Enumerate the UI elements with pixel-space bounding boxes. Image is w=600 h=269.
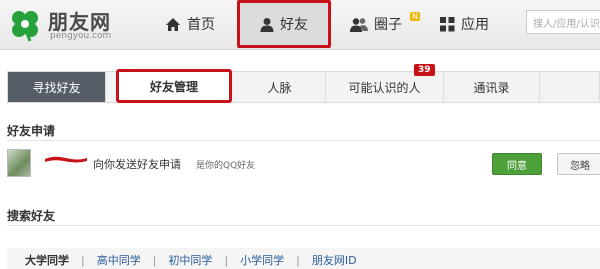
search-input[interactable]: 搜人/应用/认识 <box>526 10 600 34</box>
nav-apps-label: 应用 <box>461 17 489 33</box>
school-filter-bar: 大学同学 | 高中同学 | 初中同学 | 小学同学 | 朋友网ID <box>7 248 600 269</box>
filter-primary-school[interactable]: 小学同学 <box>240 252 284 268</box>
request-note: 是你的QQ好友 <box>196 161 256 171</box>
tab-connections[interactable]: 人脉 <box>234 72 326 102</box>
clover-logo-icon <box>12 11 38 42</box>
home-icon <box>166 17 180 31</box>
nav-home[interactable]: 首页 <box>165 10 215 38</box>
divider <box>7 140 600 141</box>
count-badge: 39 <box>414 64 435 76</box>
logo[interactable]: 朋友网 pengyou.com <box>8 6 118 46</box>
nav-circle-label: 圈子 <box>374 17 402 33</box>
search-friends-title: 搜索好友 <box>7 209 56 223</box>
tab-address-book[interactable]: 通讯录 <box>444 72 540 102</box>
separator: | <box>224 253 229 267</box>
filter-middle-school[interactable]: 初中同学 <box>168 252 212 268</box>
separator: | <box>152 253 157 267</box>
filter-pengyou-id[interactable]: 朋友网ID <box>312 252 357 268</box>
friend-tabs: 寻找好友 好友管理 人脉 可能认识的人 通讯录 39 <box>7 64 600 103</box>
group-icon <box>350 17 368 32</box>
filter-university[interactable]: 大学同学 <box>25 252 69 268</box>
nav-apps[interactable]: 应用 <box>440 10 489 38</box>
friend-requests-title: 好友申请 <box>7 124 56 138</box>
filter-high-school[interactable]: 高中同学 <box>97 252 141 268</box>
logo-domain: pengyou.com <box>50 31 112 41</box>
new-badge: N <box>410 12 420 21</box>
grid-icon <box>440 16 455 31</box>
accept-button[interactable]: 同意 <box>492 153 542 175</box>
tab-people-you-may-know[interactable]: 可能认识的人 <box>326 72 444 102</box>
nav-friends-label: 好友 <box>280 17 308 33</box>
request-message: 向你发送好友申请 <box>93 158 181 171</box>
redacted-name[interactable] <box>44 154 88 164</box>
nav-friends[interactable]: 好友 <box>237 0 331 48</box>
tab-find-friends[interactable]: 寻找好友 <box>8 72 106 102</box>
person-icon <box>260 17 274 32</box>
separator: | <box>296 253 300 267</box>
nav-circle[interactable]: 圈子 N <box>350 10 420 38</box>
separator: | <box>81 253 85 267</box>
divider <box>7 225 600 226</box>
top-navigation-bar: 朋友网 pengyou.com 首页 好友 圈子 N 应用 搜人/应用/认识 <box>0 0 600 50</box>
ignore-button[interactable]: 忽略 <box>557 153 600 175</box>
nav-home-label: 首页 <box>187 17 215 33</box>
tab-manage-friends[interactable]: 好友管理 <box>116 69 232 103</box>
avatar[interactable] <box>7 149 31 177</box>
